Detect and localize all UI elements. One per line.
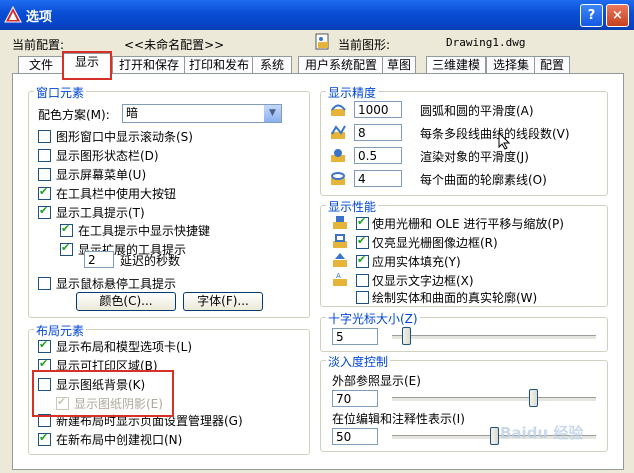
raster-ole-icon	[333, 216, 347, 229]
xref-display-input[interactable]: 70	[332, 390, 378, 407]
layout-model-tabs-label: 显示布局和模型选项卡(L)	[56, 340, 193, 354]
text-frame-icon: A	[333, 272, 347, 286]
inplace-edit-label: 在位编辑和注释性表示(I)	[332, 412, 465, 426]
autocad-app-icon	[4, 6, 22, 23]
current-drawing-value: Drawing1.dwg	[446, 36, 526, 49]
delay-seconds-input[interactable]: 2	[84, 251, 114, 268]
arc-smoothness-input[interactable]: 1000	[354, 101, 402, 118]
true-silhouettes-checkbox[interactable]	[356, 291, 369, 304]
inplace-edit-input[interactable]: 50	[332, 428, 378, 445]
screen-menu-checkbox[interactable]	[38, 168, 51, 181]
watermark: Baidu 经验	[500, 424, 584, 442]
dialog-title: 选项	[26, 10, 53, 25]
solid-fill-label: 应用实体填充(Y)	[372, 255, 461, 269]
layout-elements-title: 布局元素	[34, 322, 87, 339]
current-profile-value: <<未命名配置>>	[124, 38, 225, 52]
title-bar[interactable]: 选项 ? ×	[0, 0, 634, 30]
close-button[interactable]: ×	[606, 4, 629, 27]
polyline-segments-label: 每条多段线曲线的线段数(V)	[420, 127, 570, 141]
rendered-smoothness-input[interactable]: 0.5	[354, 147, 402, 164]
large-buttons-checkbox[interactable]	[38, 185, 51, 200]
tooltips-label: 显示工具提示(T)	[56, 206, 145, 220]
status-bar-label: 显示图形状态栏(D)	[56, 149, 159, 163]
fade-control-title: 淡入度控制	[326, 353, 391, 370]
paper-background-highlight	[32, 370, 174, 417]
inplace-edit-slider[interactable]	[489, 427, 499, 445]
current-drawing-label: 当前图形:	[338, 38, 391, 52]
rollover-tooltips-checkbox[interactable]	[38, 277, 51, 290]
display-tab-highlight	[62, 51, 112, 80]
window-elements-title: 窗口元素	[34, 84, 87, 101]
create-viewport-checkbox[interactable]	[38, 431, 51, 446]
drawing-file-icon	[315, 33, 329, 50]
tooltips-checkbox[interactable]	[38, 204, 51, 219]
raster-frame-label: 仅亮显光栅图像边框(R)	[372, 236, 498, 250]
tab-plot-publish[interactable]: 打印和发布	[184, 56, 254, 74]
polyline-segments-input[interactable]: 8	[354, 124, 402, 141]
text-frame-checkbox[interactable]	[356, 274, 369, 287]
arc-smoothness-icon	[331, 104, 346, 116]
shortcut-keys-checkbox[interactable]	[60, 222, 73, 237]
rendered-smoothness-icon	[331, 149, 345, 162]
true-silhouettes-label: 绘制实体和曲面的真实轮廓(W)	[372, 291, 538, 305]
screen-menu-label: 显示屏幕菜单(U)	[56, 168, 147, 182]
contour-lines-input[interactable]: 4	[354, 170, 402, 187]
color-scheme-label: 配色方案(M):	[38, 108, 110, 122]
chevron-down-icon[interactable]: ▼	[264, 105, 281, 122]
arc-smoothness-label: 圆弧和圆的平滑度(A)	[420, 104, 534, 118]
raster-frame-icon	[333, 234, 347, 248]
rollover-tooltips-label: 显示鼠标悬停工具提示	[56, 277, 177, 291]
raster-frame-checkbox[interactable]	[356, 234, 369, 249]
crosshair-size-track	[392, 335, 596, 340]
tab-drafting[interactable]: 草图	[382, 56, 416, 74]
fonts-button[interactable]: 字体(F)...	[183, 292, 263, 311]
tab-selection[interactable]: 选择集	[486, 56, 536, 74]
contour-lines-label: 每个曲面的轮廓素线(O)	[420, 173, 547, 187]
large-buttons-label: 在工具栏中使用大按钮	[56, 187, 177, 201]
scrollbars-label: 图形窗口中显示滚动条(S)	[56, 130, 193, 144]
crosshair-size-title: 十字光标大小(Z)	[326, 310, 420, 327]
rendered-smoothness-label: 渲染对象的平滑度(J)	[420, 150, 529, 164]
color-scheme-select[interactable]: 暗 ▼	[122, 104, 282, 123]
tab-user-preferences[interactable]: 用户系统配置	[298, 56, 384, 74]
status-bar-checkbox[interactable]	[38, 149, 51, 162]
raster-ole-label: 使用光栅和 OLE 进行平移与缩放(P)	[372, 217, 564, 231]
raster-ole-checkbox[interactable]	[356, 215, 369, 230]
tab-files[interactable]: 文件	[18, 56, 64, 74]
xref-display-slider[interactable]	[528, 389, 538, 407]
tab-system[interactable]: 系统	[252, 56, 292, 74]
create-viewport-label: 在新布局中创建视口(N)	[56, 433, 183, 447]
polyline-segments-icon	[331, 125, 346, 139]
current-profile-label: 当前配置:	[12, 38, 65, 52]
scrollbars-checkbox[interactable]	[38, 130, 51, 143]
help-button[interactable]: ?	[580, 4, 603, 27]
tab-profiles[interactable]: 配置	[534, 56, 570, 74]
layout-model-tabs-checkbox[interactable]	[38, 338, 51, 353]
xref-display-track	[392, 397, 596, 402]
shortcut-keys-label: 在工具提示中显示快捷键	[78, 224, 211, 238]
delay-seconds-label: 延迟的秒数	[120, 254, 181, 268]
crosshair-size-input[interactable]: 5	[332, 328, 378, 345]
mouse-cursor-icon	[498, 132, 510, 150]
tab-open-save[interactable]: 打开和保存	[112, 56, 186, 74]
display-resolution-title: 显示精度	[326, 84, 379, 101]
display-performance-title: 显示性能	[326, 198, 379, 215]
tab-3d-modeling[interactable]: 三维建模	[426, 56, 486, 74]
crosshair-size-slider[interactable]	[401, 327, 411, 345]
solid-fill-checkbox[interactable]	[356, 253, 369, 268]
svg-text:A: A	[336, 272, 341, 280]
xref-display-label: 外部参照显示(E)	[332, 374, 421, 388]
colors-button[interactable]: 颜色(C)...	[76, 292, 176, 311]
color-scheme-value: 暗	[126, 106, 139, 120]
extended-tooltips-checkbox[interactable]	[60, 241, 73, 256]
text-frame-label: 仅显示文字边框(X)	[372, 274, 474, 288]
solid-fill-icon	[333, 253, 347, 267]
contour-lines-icon	[331, 172, 345, 185]
options-dialog: 选项 ? × 当前配置: <<未命名配置>> 当前图形: Drawing1.dw…	[0, 0, 634, 473]
